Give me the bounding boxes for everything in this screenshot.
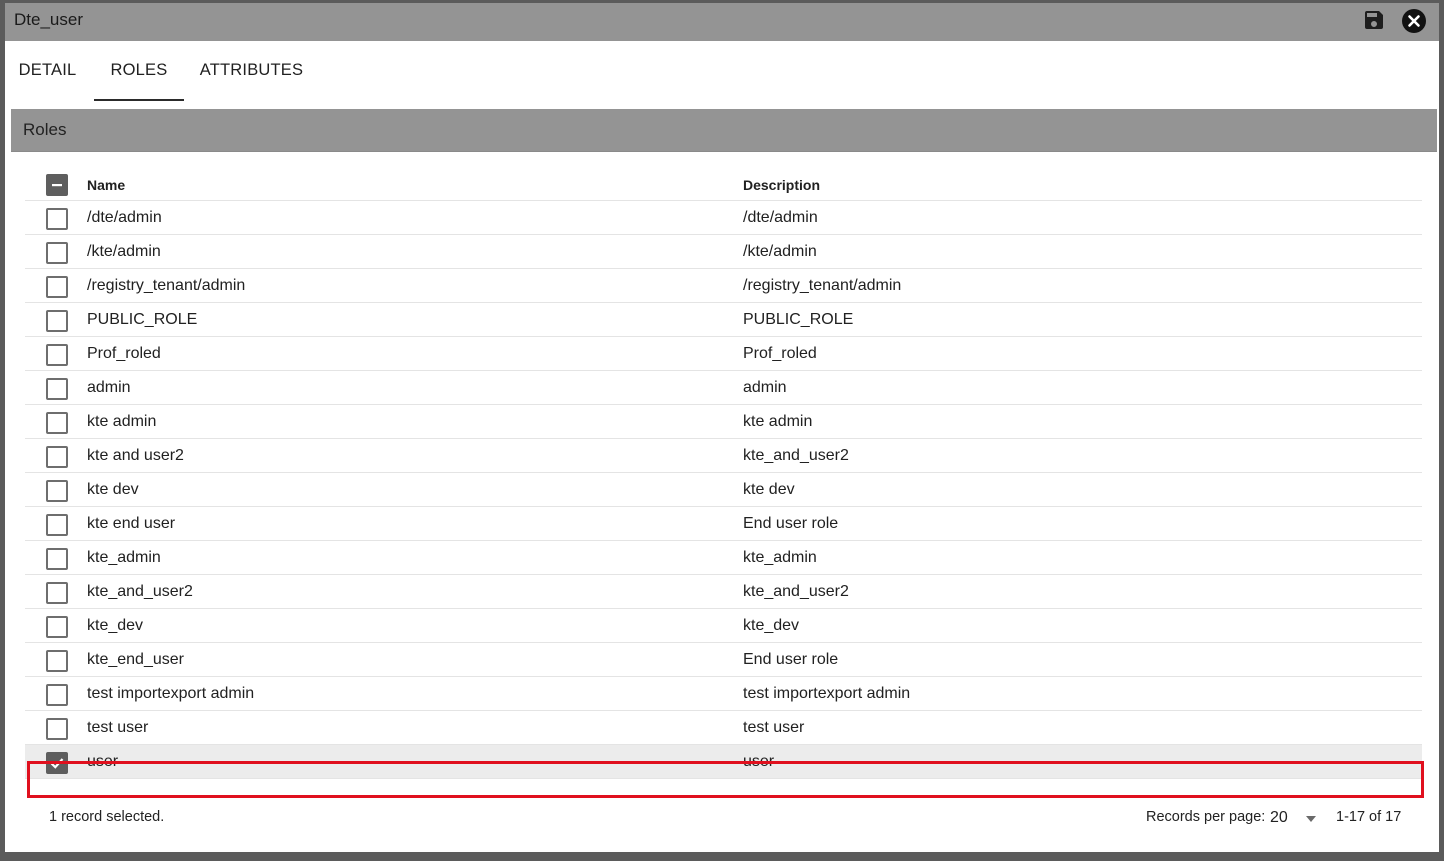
tab-detail[interactable]: DETAIL (9, 41, 86, 101)
table-row[interactable]: kte and user2 kte_and_user2 (25, 439, 1422, 473)
table-row[interactable]: admin admin (25, 371, 1422, 405)
tab-attributes[interactable]: ATTRIBUTES (193, 41, 310, 101)
row-checkbox[interactable] (46, 480, 68, 502)
role-description-cell: Prof_roled (743, 345, 817, 362)
role-description-cell: /registry_tenant/admin (743, 277, 902, 294)
table-row[interactable]: kte admin kte admin (25, 405, 1422, 439)
role-name-cell: test user (87, 719, 149, 736)
minus-icon (52, 184, 62, 187)
table-row[interactable]: /kte/admin/kte/admin (25, 235, 1422, 269)
role-description-cell: End user role (743, 651, 839, 668)
row-checkbox[interactable] (46, 344, 68, 366)
table-row[interactable]: /dte/admin/dte/admin (25, 201, 1422, 235)
role-description-cell: kte admin (743, 413, 813, 430)
role-description-cell: kte dev (743, 481, 795, 498)
role-description-cell: test importexport admin (743, 685, 911, 702)
table-row[interactable]: kte_end_user End user role (25, 643, 1422, 677)
role-name-cell: user (87, 753, 119, 770)
row-checkbox[interactable] (46, 650, 68, 672)
role-name-cell: /dte/admin (87, 209, 162, 226)
row-checkbox[interactable] (46, 616, 68, 638)
selection-count: 1 record selected. (49, 809, 165, 825)
chevron-down-icon (1306, 816, 1316, 822)
row-checkbox[interactable] (46, 718, 68, 740)
table-row[interactable]: test user test user (25, 711, 1422, 745)
role-description-cell: admin (743, 379, 787, 396)
row-checkbox[interactable] (46, 752, 68, 774)
role-name-cell: kte_end_user (87, 651, 184, 668)
role-name-cell: kte_and_user2 (87, 583, 193, 600)
role-name-cell: kte_dev (87, 617, 144, 634)
row-checkbox[interactable] (46, 582, 68, 604)
row-checkbox[interactable] (46, 242, 68, 264)
column-header-name[interactable]: Name (87, 177, 125, 193)
role-name-cell: admin (87, 379, 131, 396)
role-name-cell: PUBLIC_ROLE (87, 311, 198, 328)
table-row[interactable]: PUBLIC_ROLE PUBLIC_ROLE (25, 303, 1422, 337)
table-row[interactable]: kte_admin kte_admin (25, 541, 1422, 575)
records-per-page-value: 20 (1270, 809, 1288, 826)
records-per-page-label: Records per page: (1146, 809, 1266, 825)
title-bar: Dte_user (5, 3, 1439, 41)
table-row[interactable]: /registry_tenant/admin/registry_tenant/a… (25, 269, 1422, 303)
role-description-cell: End user role (743, 515, 839, 532)
row-checkbox[interactable] (46, 276, 68, 298)
select-all-checkbox[interactable] (46, 174, 68, 196)
table-row[interactable]: kte_dev kte_dev (25, 609, 1422, 643)
roles-table: Name Description /dte/admin/dte/admin/kt… (25, 167, 1422, 779)
role-name-cell: kte end user (87, 515, 176, 532)
role-name-cell: kte_admin (87, 549, 161, 566)
close-icon[interactable] (1401, 8, 1427, 34)
role-name-cell: kte and user2 (87, 447, 184, 464)
row-checkbox[interactable] (46, 514, 68, 536)
table-row[interactable]: Prof_roled Prof_roled (25, 337, 1422, 371)
table-row[interactable]: kte_and_user2 kte_and_user2 (25, 575, 1422, 609)
role-description-cell: user (743, 753, 775, 770)
role-description-cell: /kte/admin (743, 243, 817, 260)
role-name-cell: /kte/admin (87, 243, 161, 260)
row-checkbox[interactable] (46, 412, 68, 434)
role-description-cell: kte_dev (743, 617, 800, 634)
table-row[interactable]: test importexport admin test importexport… (25, 677, 1422, 711)
roles-section-header: Roles (11, 109, 1437, 152)
row-checkbox[interactable] (46, 310, 68, 332)
row-checkbox[interactable] (46, 446, 68, 468)
role-description-cell: kte_and_user2 (743, 583, 849, 600)
row-checkbox[interactable] (46, 684, 68, 706)
role-name-cell: /registry_tenant/admin (87, 277, 246, 294)
section-title: Roles (23, 120, 67, 139)
table-row[interactable]: kte dev kte dev (25, 473, 1422, 507)
records-per-page-select[interactable]: 20 (1270, 807, 1322, 829)
row-checkbox[interactable] (46, 208, 68, 230)
save-icon[interactable] (1362, 8, 1386, 32)
role-description-cell: test user (743, 719, 805, 736)
checkmark-icon (50, 758, 64, 769)
role-name-cell: kte dev (87, 481, 139, 498)
tab-roles[interactable]: ROLES (94, 41, 184, 101)
table-row[interactable]: kte end user End user role (25, 507, 1422, 541)
row-checkbox[interactable] (46, 548, 68, 570)
role-name-cell: kte admin (87, 413, 157, 430)
role-name-cell: Prof_roled (87, 345, 161, 362)
dialog-title: Dte_user (14, 10, 83, 29)
role-description-cell: kte_admin (743, 549, 817, 566)
role-name-cell: test importexport admin (87, 685, 255, 702)
role-description-cell: /dte/admin (743, 209, 818, 226)
role-description-cell: PUBLIC_ROLE (743, 311, 854, 328)
row-checkbox[interactable] (46, 378, 68, 400)
table-row[interactable]: user user (25, 745, 1422, 779)
table-header-row: Name Description (25, 167, 1422, 201)
tab-bar: DETAIL ROLES ATTRIBUTES (5, 41, 1439, 101)
column-header-description[interactable]: Description (743, 177, 820, 193)
role-description-cell: kte_and_user2 (743, 447, 849, 464)
pagination-range: 1-17 of 17 (1336, 809, 1402, 825)
